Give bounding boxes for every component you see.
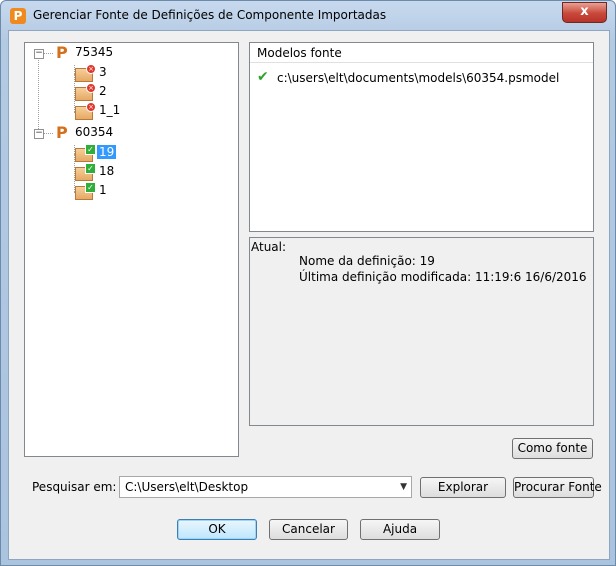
dialog-window: P Gerenciar Fonte de Definições de Compo… — [0, 0, 616, 566]
as-source-button[interactable]: Como fonte — [512, 438, 593, 459]
tree-expander-60354[interactable]: − — [34, 129, 44, 139]
error-badge-icon: × — [86, 102, 96, 112]
tree-item-label[interactable]: 1 — [99, 183, 107, 197]
ok-badge-icon: ✓ — [85, 163, 96, 174]
browse-source-button[interactable]: Procurar Fonte — [513, 477, 602, 498]
component-box-icon: × — [75, 83, 96, 101]
component-box-icon: × — [75, 64, 96, 82]
tree-item-label[interactable]: 2 — [99, 84, 107, 98]
powermill-project-icon: P — [56, 123, 68, 142]
help-button[interactable]: Ajuda — [360, 519, 440, 540]
cancel-button[interactable]: Cancelar — [269, 519, 348, 540]
ok-badge-icon: ✓ — [85, 182, 96, 193]
tree-item-label[interactable]: 18 — [99, 164, 114, 178]
current-label: Atual: — [251, 240, 287, 254]
title-bar[interactable]: P Gerenciar Fonte de Definições de Compo… — [1, 1, 615, 31]
tree-item-label-selected[interactable]: 19 — [97, 145, 117, 159]
component-box-icon: ✓ — [75, 182, 96, 200]
component-box-icon: × — [75, 102, 96, 120]
current-info-panel: Atual: Nome da definição: 19 Última defi… — [249, 237, 594, 426]
tree-item-label[interactable]: 3 — [99, 65, 107, 79]
tree-group-label[interactable]: 75345 — [75, 45, 113, 59]
component-box-icon: ✓ — [75, 163, 96, 181]
chevron-down-icon[interactable]: ▼ — [400, 477, 407, 497]
close-button[interactable]: x — [562, 2, 607, 23]
checkmark-icon: ✔ — [257, 69, 269, 85]
powermill-project-icon: P — [56, 43, 68, 62]
tree-guide-line — [43, 133, 53, 134]
error-badge-icon: × — [86, 64, 96, 74]
component-box-icon: ✓ — [75, 144, 96, 162]
tree-guide-line — [38, 57, 39, 133]
search-location-combobox[interactable]: C:\Users\elt\Desktop ▼ — [119, 476, 412, 498]
last-modified-text: Última definição modificada: 11:19:6 16/… — [299, 270, 587, 284]
search-location-value: C:\Users\elt\Desktop — [125, 480, 249, 494]
source-models-list[interactable]: Modelos fonte ✔ c:\users\elt\documents\m… — [249, 42, 594, 232]
models-list-header: Modelos fonte — [250, 43, 593, 63]
search-in-label: Pesquisar em: — [32, 480, 117, 494]
definition-name-text: Nome da definição: 19 — [299, 254, 435, 268]
ok-badge-icon: ✓ — [85, 144, 96, 155]
explore-button[interactable]: Explorar — [420, 477, 506, 498]
tree-guide-line — [43, 53, 53, 54]
tree-expander-75345[interactable]: − — [34, 49, 44, 59]
tree-group-label[interactable]: 60354 — [75, 125, 113, 139]
error-badge-icon: × — [86, 83, 96, 93]
ok-button[interactable]: OK — [177, 519, 257, 540]
model-path-item[interactable]: c:\users\elt\documents\models\60354.psmo… — [277, 71, 559, 85]
components-tree[interactable]: − P 75345 × 3 × 2 × 1_1 − P 60354 ✓ 19 ✓… — [24, 42, 239, 457]
dialog-client-area: − P 75345 × 3 × 2 × 1_1 − P 60354 ✓ 19 ✓… — [8, 30, 610, 560]
app-logo-icon: P — [10, 8, 26, 24]
window-title: Gerenciar Fonte de Definições de Compone… — [33, 8, 387, 22]
tree-item-label[interactable]: 1_1 — [99, 103, 120, 117]
